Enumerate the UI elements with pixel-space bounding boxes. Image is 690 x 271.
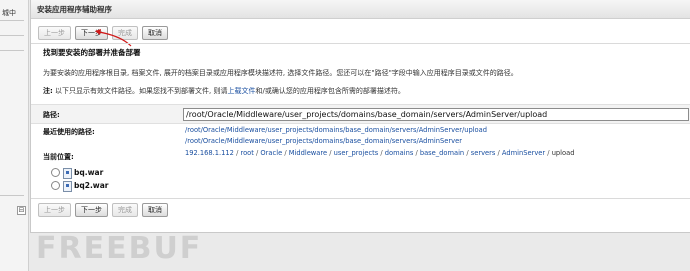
left-panel-divider [0, 195, 24, 196]
note-text-after: 和/或确认您的应用程序包含所需的部署描述符。 [255, 87, 405, 95]
breadcrumb-link[interactable]: domains [385, 149, 414, 157]
bottom-button-bar: 上一步 下一步 完成 取消 [38, 203, 168, 217]
breadcrumb-link[interactable]: 192.168.1.112 [185, 149, 234, 157]
left-navigation-panel: 城中 ⊟ [0, 0, 29, 271]
breadcrumb-current: upload [551, 149, 575, 157]
panel-titlebar: 安装应用程序辅助程序 [31, 0, 690, 19]
breadcrumb-link[interactable]: AdminServer [502, 149, 545, 157]
file-radio-button[interactable] [51, 181, 60, 190]
breadcrumb-link[interactable]: Middleware [289, 149, 327, 157]
war-file-icon [63, 181, 72, 192]
note-text-before: 以下只显示有效文件路径。如果您找不到部署文件, 则请 [55, 87, 228, 95]
left-panel-divider [0, 50, 24, 51]
file-list-item: bq2.war [51, 180, 109, 192]
finish-button[interactable]: 完成 [112, 203, 138, 217]
divider [31, 43, 690, 44]
section-description: 为要安装的应用程序根目录, 档案文件, 展开的档案目录或应用程序模块描述符, 选… [43, 69, 518, 77]
panel-title: 安装应用程序辅助程序 [37, 5, 112, 14]
recent-paths-label: 最近使用的路径: [43, 128, 95, 136]
breadcrumb-link[interactable]: Oracle [260, 149, 282, 157]
upload-file-link[interactable]: 上载文件 [228, 87, 256, 95]
watermark-logo: FREEBUF [36, 231, 203, 266]
breadcrumb-link[interactable]: servers [471, 149, 496, 157]
install-assistant-panel: 安装应用程序辅助程序 上一步 下一步 完成 取消 找到要安装的部署并准备部署 为… [30, 0, 690, 233]
current-location-breadcrumb: 192.168.1.112 / root / Oracle / Middlewa… [185, 149, 575, 157]
left-panel-text-fragment: 城中 [2, 9, 16, 17]
note-label: 注: [43, 87, 53, 95]
path-input[interactable]: /root/Oracle/Middleware/user_projects/do… [183, 108, 689, 121]
next-button[interactable]: 下一步 [75, 203, 108, 217]
breadcrumb-link[interactable]: user_projects [334, 149, 379, 157]
path-label: 路径: [43, 111, 60, 119]
path-row: 路径: /root/Oracle/Middleware/user_project… [31, 104, 690, 124]
back-button[interactable]: 上一步 [38, 26, 71, 40]
file-list-item: bq.war [51, 167, 104, 179]
file-name: bq.war [74, 168, 104, 177]
note-text: 注: 以下只显示有效文件路径。如果您找不到部署文件, 则请上载文件和/或确认您的… [43, 86, 405, 96]
war-file-icon [63, 168, 72, 179]
collapse-icon[interactable]: ⊟ [17, 206, 26, 215]
left-panel-divider [0, 20, 24, 21]
recent-path-link[interactable]: /root/Oracle/Middleware/user_projects/do… [185, 137, 462, 145]
section-title: 找到要安装的部署并准备部署 [43, 48, 141, 57]
breadcrumb-link[interactable]: base_domain [420, 149, 464, 157]
recent-path-link[interactable]: /root/Oracle/Middleware/user_projects/do… [185, 126, 487, 134]
breadcrumb-link[interactable]: root [240, 149, 253, 157]
current-location-label: 当前位置: [43, 153, 74, 161]
file-radio-button[interactable] [51, 168, 60, 177]
file-name: bq2.war [74, 181, 109, 190]
divider [31, 198, 690, 199]
cancel-button[interactable]: 取消 [142, 203, 168, 217]
back-button[interactable]: 上一步 [38, 203, 71, 217]
left-panel-divider [0, 35, 24, 36]
